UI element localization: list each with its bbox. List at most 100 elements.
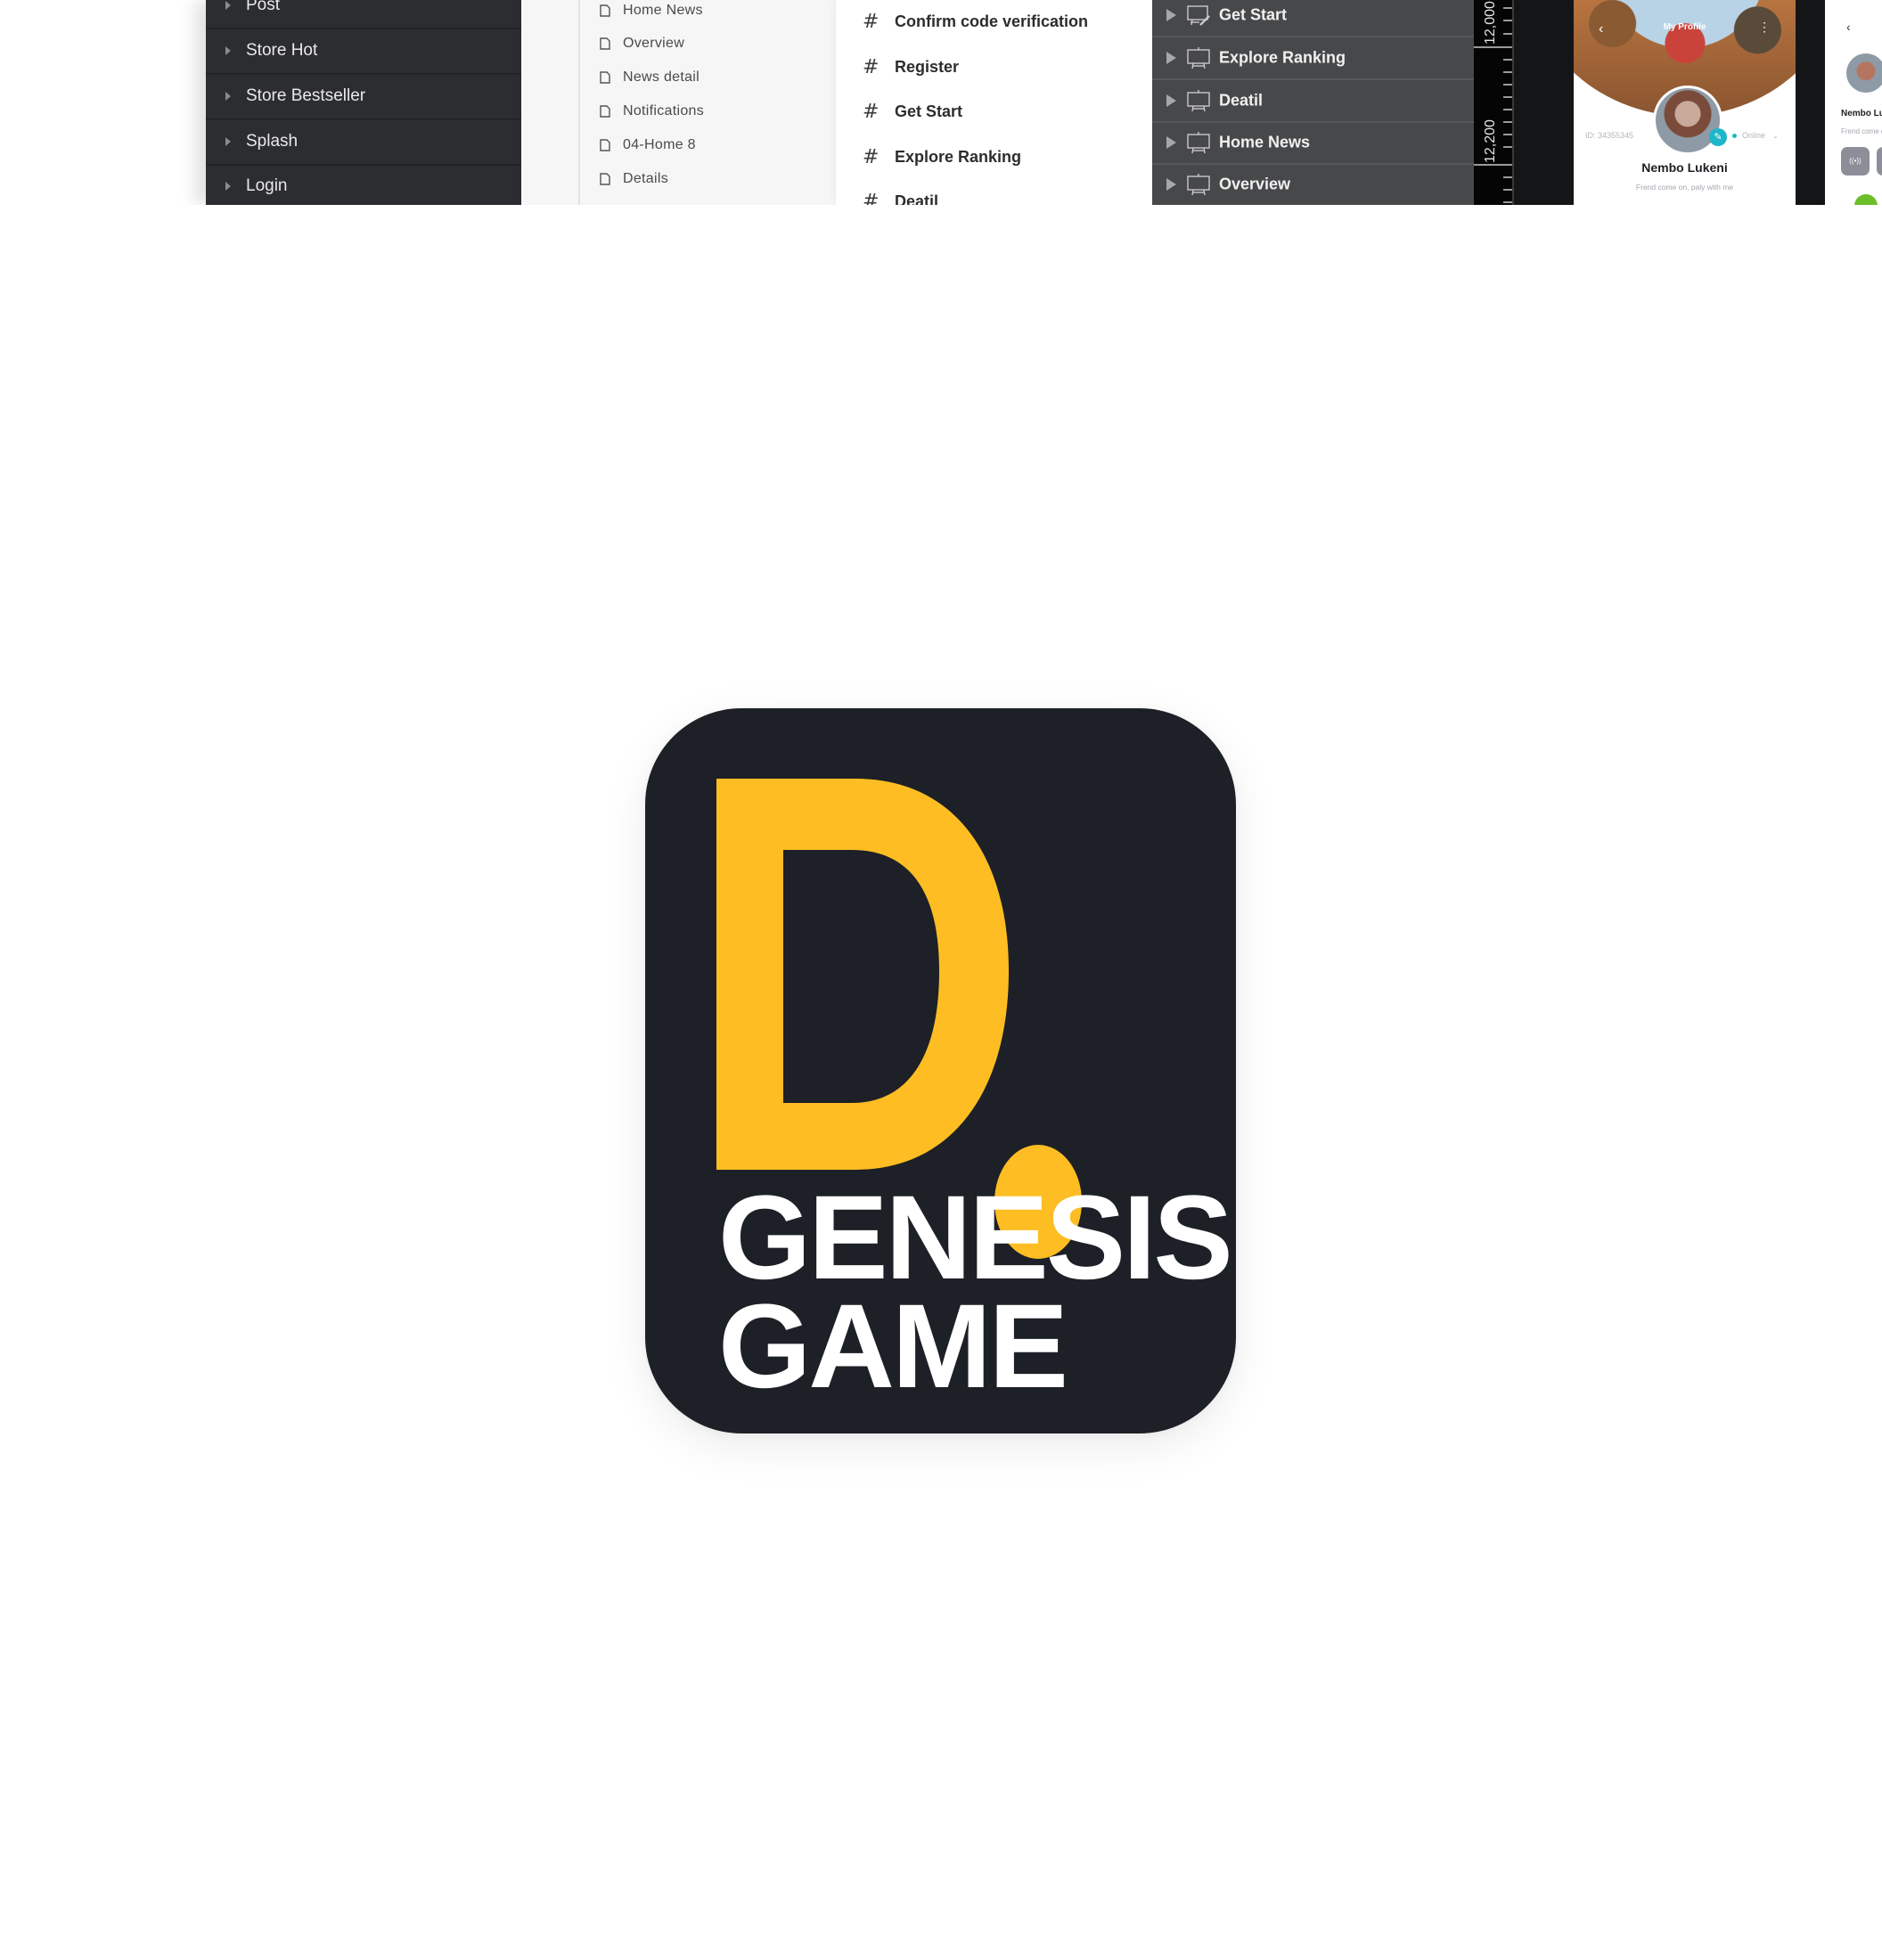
artboard-label: Home News <box>1219 133 1311 151</box>
document-icon <box>600 71 610 84</box>
ruler-tick <box>1503 109 1512 110</box>
page-item[interactable]: Notifications <box>600 98 704 125</box>
profile-screen-mockup-2[interactable]: ‹ Nembo Lukeni Frend come on, paly with … <box>1825 0 1882 205</box>
frame-item[interactable]: # Deatil <box>863 185 939 206</box>
page-label: 04-Home 8 <box>623 137 696 152</box>
artboard-label: Explore Ranking <box>1219 48 1346 67</box>
expand-triangle-icon[interactable] <box>1166 136 1176 149</box>
expand-triangle-icon[interactable] <box>225 92 231 101</box>
online-dot-icon <box>1732 133 1737 138</box>
more-vertical-icon[interactable]: ⋮ <box>1758 20 1771 35</box>
ruler-tick <box>1503 59 1512 61</box>
profile-name: Nembo Lukeni <box>1641 160 1728 175</box>
design-canvas[interactable]: ‹ My Profile ⋮ ✎ ID: 34355345 Online ⌄ N… <box>1514 0 1882 205</box>
ruler-major-tick <box>1474 164 1512 166</box>
back-icon[interactable]: ‹ <box>1846 20 1851 34</box>
artboard-item[interactable]: Get Start <box>1152 0 1474 37</box>
expand-triangle-icon[interactable] <box>225 137 231 146</box>
document-icon <box>600 173 610 185</box>
artboard-item[interactable]: Deatil <box>1152 80 1474 123</box>
hash-icon: # <box>863 100 880 123</box>
ruler-tick <box>1503 71 1512 73</box>
panel-divider <box>578 0 580 205</box>
ruler-tick <box>1503 121 1512 123</box>
page-label: Details <box>623 171 669 186</box>
layer-label: Store Bestseller <box>246 86 366 105</box>
status-dropdown[interactable]: Online ⌄ <box>1732 131 1779 140</box>
layer-item-store-hot[interactable]: Store Hot <box>206 29 521 75</box>
frame-item[interactable]: # Confirm code verification <box>863 5 1088 37</box>
expand-triangle-icon[interactable] <box>1166 9 1176 21</box>
profile-bio: Frend come on, paly with me <box>1635 183 1734 192</box>
ruler-tick <box>1503 7 1512 9</box>
artboards-panel: Get Start Explore Ranking Deatil Home Ne… <box>1152 0 1474 205</box>
layer-label: Splash <box>246 132 299 151</box>
design-tool-screens-strip: Post Store Hot Store Bestseller Splash L… <box>0 0 1882 205</box>
artboard-label: Overview <box>1219 175 1291 193</box>
expand-triangle-icon[interactable] <box>225 182 231 191</box>
page-label: Notifications <box>623 103 705 118</box>
artboard-label: Get Start <box>1219 5 1288 24</box>
ruler-tick <box>1503 84 1512 86</box>
logo-line-2: GAME <box>718 1280 1068 1413</box>
hash-icon: # <box>863 145 880 168</box>
ruler-tick <box>1503 96 1512 98</box>
soccer-ball-icon <box>1854 194 1878 205</box>
document-icon <box>600 37 610 50</box>
frame-item[interactable]: # Register <box>863 51 959 83</box>
page-item[interactable]: News detail <box>600 64 700 91</box>
artboard-item[interactable]: Explore Ranking <box>1152 37 1474 80</box>
expand-triangle-icon[interactable] <box>1166 52 1176 64</box>
document-icon <box>600 105 610 118</box>
layer-label: Login <box>246 176 288 195</box>
layers-panel: Post Store Hot Store Bestseller Splash L… <box>206 0 521 205</box>
layer-item-splash[interactable]: Splash <box>206 119 521 166</box>
app-logo: GENESIS GAME <box>645 708 1236 1433</box>
edit-pencil-icon[interactable]: ✎ <box>1709 128 1727 146</box>
frame-label: Deatil <box>895 192 939 206</box>
chevron-down-icon: ⌄ <box>1772 131 1779 140</box>
artboard-edit-icon <box>1187 5 1210 26</box>
layer-item-login[interactable]: Login <box>206 164 521 205</box>
page-item[interactable]: Details <box>600 166 668 192</box>
artboard-icon <box>1187 90 1210 112</box>
layer-item-post[interactable]: Post <box>206 0 521 29</box>
document-icon <box>600 139 610 151</box>
page-label: News detail <box>623 69 700 85</box>
layer-item-store-bestseller[interactable]: Store Bestseller <box>206 74 521 120</box>
expand-triangle-icon[interactable] <box>225 1 231 10</box>
frame-label: Register <box>895 57 960 76</box>
artboard-item[interactable]: Home News <box>1152 122 1474 165</box>
artboard-icon <box>1187 47 1210 69</box>
ruler-tick <box>1503 33 1512 35</box>
vertical-ruler[interactable]: 12,000 12,200 <box>1474 0 1514 205</box>
secondary-button[interactable] <box>1877 147 1882 176</box>
ruler-label: 12,000 <box>1483 1 1498 45</box>
frame-label: Confirm code verification <box>895 12 1089 30</box>
pages-panel: Home News Overview News detail Notificat… <box>521 0 836 205</box>
hash-icon: # <box>863 55 880 78</box>
ruler-label: 12,200 <box>1483 119 1498 163</box>
frame-item[interactable]: # Get Start <box>863 95 962 127</box>
ruler-tick <box>1503 189 1512 191</box>
page-item[interactable]: 04-Home 8 <box>600 132 696 159</box>
ruler-tick <box>1503 20 1512 21</box>
expand-triangle-icon[interactable] <box>225 46 231 55</box>
frame-label: Get Start <box>895 102 963 120</box>
frame-item[interactable]: # Explore Ranking <box>863 141 1021 173</box>
broadcast-button[interactable]: ((•)) <box>1841 147 1870 176</box>
ruler-tick <box>1503 201 1512 203</box>
page-item[interactable]: Home News <box>600 0 703 24</box>
expand-triangle-icon[interactable] <box>1166 178 1176 191</box>
ruler-tick <box>1503 146 1512 148</box>
page-item[interactable]: Overview <box>600 30 684 57</box>
document-icon <box>600 4 610 17</box>
profile-name: Nembo Lukeni <box>1841 109 1882 118</box>
expand-triangle-icon[interactable] <box>1166 94 1176 107</box>
hash-icon: # <box>863 190 880 206</box>
artboard-label: Deatil <box>1219 91 1264 110</box>
profile-screen-mockup[interactable]: ‹ My Profile ⋮ ✎ ID: 34355345 Online ⌄ N… <box>1574 0 1796 205</box>
status-label: Online <box>1742 131 1766 140</box>
artboard-item[interactable]: Overview <box>1152 164 1474 205</box>
hash-icon: # <box>863 10 880 33</box>
